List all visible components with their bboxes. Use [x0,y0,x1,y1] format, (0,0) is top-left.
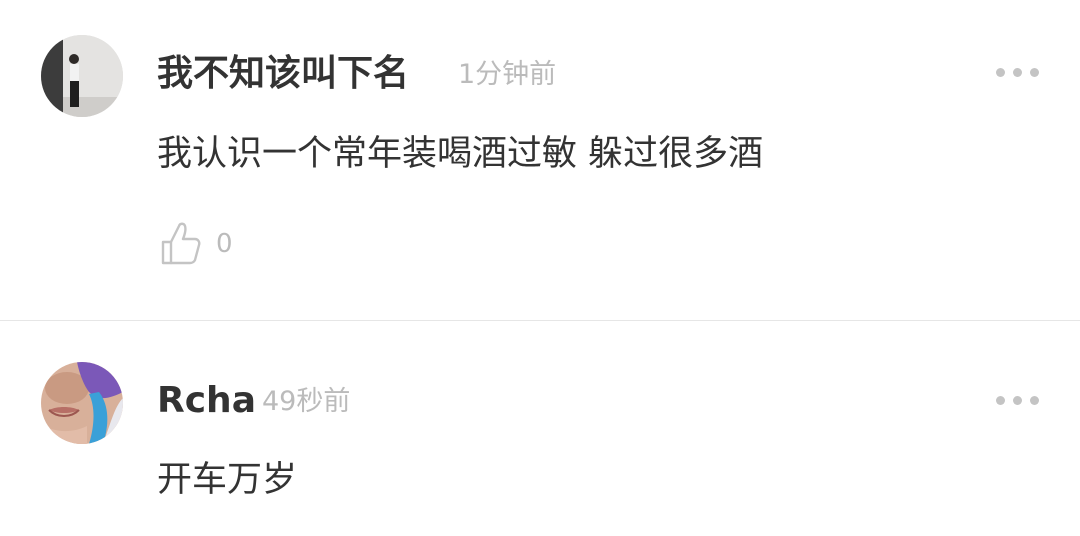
like-button[interactable]: 0 [160,220,250,266]
comment-username[interactable]: Rcha [157,383,256,419]
user-avatar[interactable] [41,362,123,444]
thumbs-up-icon [161,222,201,265]
user-avatar[interactable] [41,35,123,117]
avatar-photo-icon [41,362,123,444]
comment-text: 开车万岁 [157,460,298,500]
more-options-icon[interactable] [996,66,1040,78]
comment-text: 我认识一个常年装喝酒过敏 躲过很多酒 [157,134,764,174]
comment-timestamp: 49秒前 [262,386,351,417]
comment-item: 我不知该叫下名 1分钟前 我认识一个常年装喝酒过敏 躲过很多酒 0 [0,0,1080,320]
like-count: 0 [216,229,233,259]
comment-item: Rcha 49秒前 开车万岁 [0,321,1080,536]
comment-timestamp: 1分钟前 [458,59,557,90]
avatar-photo-icon [41,35,123,117]
more-options-icon[interactable] [996,394,1040,406]
comment-username[interactable]: 我不知该叫下名 [157,56,409,92]
